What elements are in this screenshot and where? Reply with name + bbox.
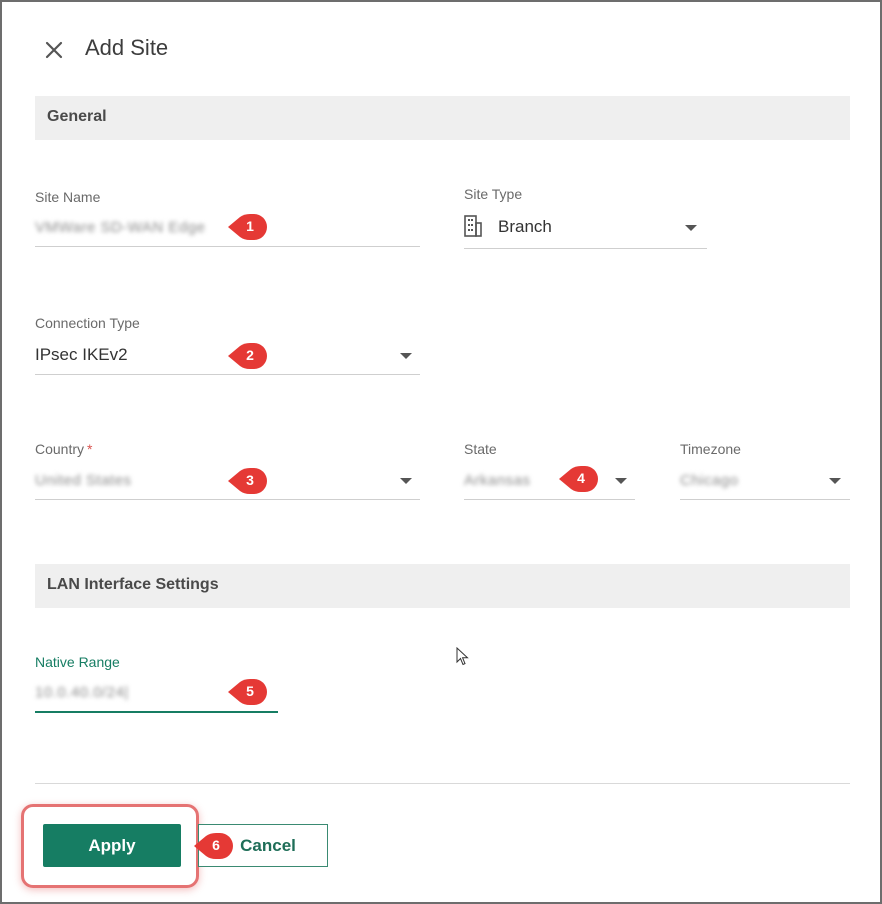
step-badge-5-number: 5 — [246, 683, 254, 699]
connection-type-value[interactable]: IPsec IKEv2 — [35, 345, 128, 365]
footer-divider — [35, 783, 850, 784]
dialog-title: Add Site — [85, 35, 169, 60]
site-type-label: Site Type — [464, 186, 523, 202]
state-dropdown-icon[interactable] — [615, 478, 627, 484]
section-lan-label: LAN Interface Settings — [47, 576, 219, 593]
site-name-label: Site Name — [35, 189, 101, 205]
connection-type-underline — [35, 374, 420, 375]
step-badge-1: 1 — [226, 212, 270, 242]
country-dropdown-icon[interactable] — [400, 478, 412, 484]
site-type-dropdown-icon[interactable] — [685, 225, 697, 231]
step-badge-2-number: 2 — [246, 347, 254, 363]
country-underline — [35, 499, 420, 500]
site-type-value[interactable]: Branch — [498, 217, 552, 237]
site-name-underline — [35, 246, 420, 247]
state-underline — [464, 499, 635, 500]
section-general: General — [35, 96, 850, 140]
native-range-input[interactable]: 10.0.40.0/24| — [35, 684, 129, 701]
required-mark: * — [87, 441, 93, 457]
step-badge-5: 5 — [226, 677, 270, 707]
state-value[interactable]: Arkansas — [464, 472, 531, 489]
site-name-input[interactable]: VMWare SD-WAN Edge — [35, 219, 205, 236]
native-range-underline — [35, 711, 278, 713]
section-lan-interface: LAN Interface Settings — [35, 564, 850, 608]
step-badge-4-number: 4 — [577, 470, 585, 486]
step-badge-1-number: 1 — [246, 218, 254, 234]
connection-type-label: Connection Type — [35, 315, 140, 331]
section-general-label: General — [47, 108, 107, 125]
step-badge-6: 6 — [192, 831, 236, 861]
country-label-text: Country — [35, 441, 85, 457]
native-range-label: Native Range — [35, 654, 120, 670]
step-badge-6-number: 6 — [212, 837, 220, 853]
site-type-underline — [464, 248, 707, 249]
step-badge-3: 3 — [226, 466, 270, 496]
timezone-dropdown-icon[interactable] — [829, 478, 841, 484]
timezone-value[interactable]: Chicago — [680, 472, 739, 489]
step-badge-2: 2 — [226, 341, 270, 371]
mouse-pointer-icon — [456, 647, 469, 666]
country-label: Country * — [35, 441, 92, 457]
step-badge-3-number: 3 — [246, 472, 254, 488]
timezone-label: Timezone — [680, 441, 741, 457]
apply-button[interactable]: Apply — [43, 824, 181, 867]
timezone-underline — [680, 499, 850, 500]
close-icon[interactable] — [40, 36, 68, 64]
state-label: State — [464, 441, 497, 457]
building-icon — [464, 215, 482, 237]
add-site-dialog: Add Site General Site Name VMWare SD-WAN… — [0, 0, 882, 904]
step-badge-4: 4 — [557, 464, 601, 494]
connection-type-dropdown-icon[interactable] — [400, 353, 412, 359]
country-value[interactable]: United States — [35, 472, 132, 489]
